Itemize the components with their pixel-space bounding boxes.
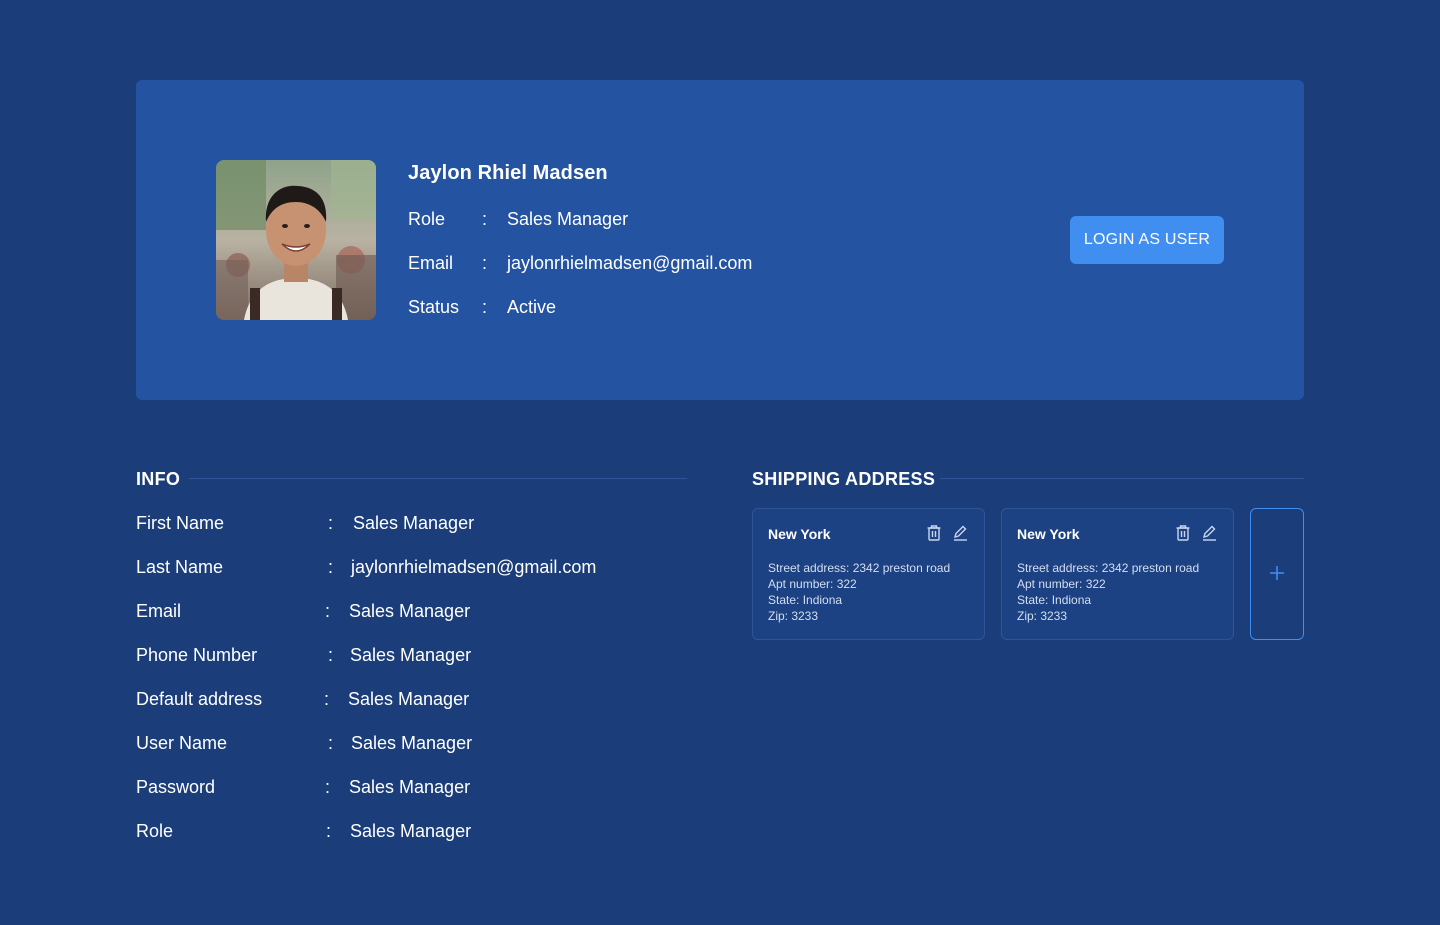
info-label: User Name [136,733,228,753]
info-label: Phone Number [136,645,258,665]
separator: : [328,733,334,753]
info-value: Sales Manager [351,733,473,753]
info-divider [189,478,687,479]
info-label: Last Name [136,557,224,577]
address-zip: Zip: 3233 [1017,609,1068,623]
profile-value: jaylonrhielmadsen@gmail.com [507,253,753,273]
separator: : [482,297,488,317]
login-as-user-button[interactable]: LOGIN AS USER [1070,216,1224,264]
address-card: New York Street address: 2342 preston ro… [1001,508,1234,640]
address-city: New York [768,526,831,542]
info-label: Default address [136,689,263,709]
address-card: New York Street address: 2342 preston ro… [752,508,985,640]
info-row-user-name: User Name : Sales Manager [136,731,696,755]
plus-icon [1269,560,1285,588]
address-city: New York [1017,526,1080,542]
avatar-photo [216,160,376,320]
profile-label: Role [408,209,446,229]
info-label: Email [136,601,182,621]
address-street: Street address: 2342 preston road [768,561,951,575]
info-value: Sales Manager [349,777,471,797]
info-row-first-name: First Name : Sales Manager [136,511,696,535]
profile-label: Email [408,253,454,273]
info-row-email: Email : Sales Manager [136,599,696,623]
info-row-default-address: Default address : Sales Manager [136,687,696,711]
separator: : [328,513,334,533]
info-value: Sales Manager [350,821,472,841]
separator: : [324,689,330,709]
separator: : [325,601,331,621]
address-street: Street address: 2342 preston road [1017,561,1200,575]
address-details: Street address: 2342 preston road Apt nu… [1017,560,1199,624]
address-state: State: Indiona [1017,593,1092,607]
separator: : [328,557,334,577]
profile-card: Jaylon Rhiel Madsen Role : Sales Manager… [136,80,1304,400]
profile-value: Sales Manager [507,209,629,229]
profile-name: Jaylon Rhiel Madsen [408,162,608,184]
address-actions [926,524,968,542]
info-value: jaylonrhielmadsen@gmail.com [351,557,597,577]
info-label: Role [136,821,174,841]
separator: : [482,253,488,273]
separator: : [328,645,334,665]
add-address-button[interactable] [1250,508,1304,640]
profile-label: Status [408,297,460,317]
user-detail-page: Jaylon Rhiel Madsen Role : Sales Manager… [0,0,1440,925]
info-row-password: Password : Sales Manager [136,775,696,799]
separator: : [326,821,332,841]
info-value: Sales Manager [348,689,470,709]
edit-icon[interactable] [1201,524,1217,542]
info-row-last-name: Last Name : jaylonrhielmadsen@gmail.com [136,555,696,579]
info-row-role: Role : Sales Manager [136,819,696,843]
address-apt: Apt number: 322 [768,577,857,591]
trash-icon[interactable] [1175,524,1191,542]
separator: : [482,209,488,229]
separator: : [325,777,331,797]
address-actions [1175,524,1217,542]
info-label: Password [136,777,216,797]
info-label: First Name [136,513,225,533]
info-section-title: INFO [136,469,181,489]
info-row-phone-number: Phone Number : Sales Manager [136,643,696,667]
shipping-section-title: SHIPPING ADDRESS [752,469,936,489]
shipping-divider [940,478,1304,479]
info-value: Sales Manager [350,645,472,665]
trash-icon[interactable] [926,524,942,542]
info-value: Sales Manager [349,601,471,621]
status-value: Active [507,297,557,317]
address-details: Street address: 2342 preston road Apt nu… [768,560,950,624]
edit-icon[interactable] [952,524,968,542]
address-state: State: Indiona [768,593,843,607]
address-apt: Apt number: 322 [1017,577,1106,591]
address-zip: Zip: 3233 [768,609,819,623]
avatar [216,160,376,320]
info-value: Sales Manager [353,513,475,533]
